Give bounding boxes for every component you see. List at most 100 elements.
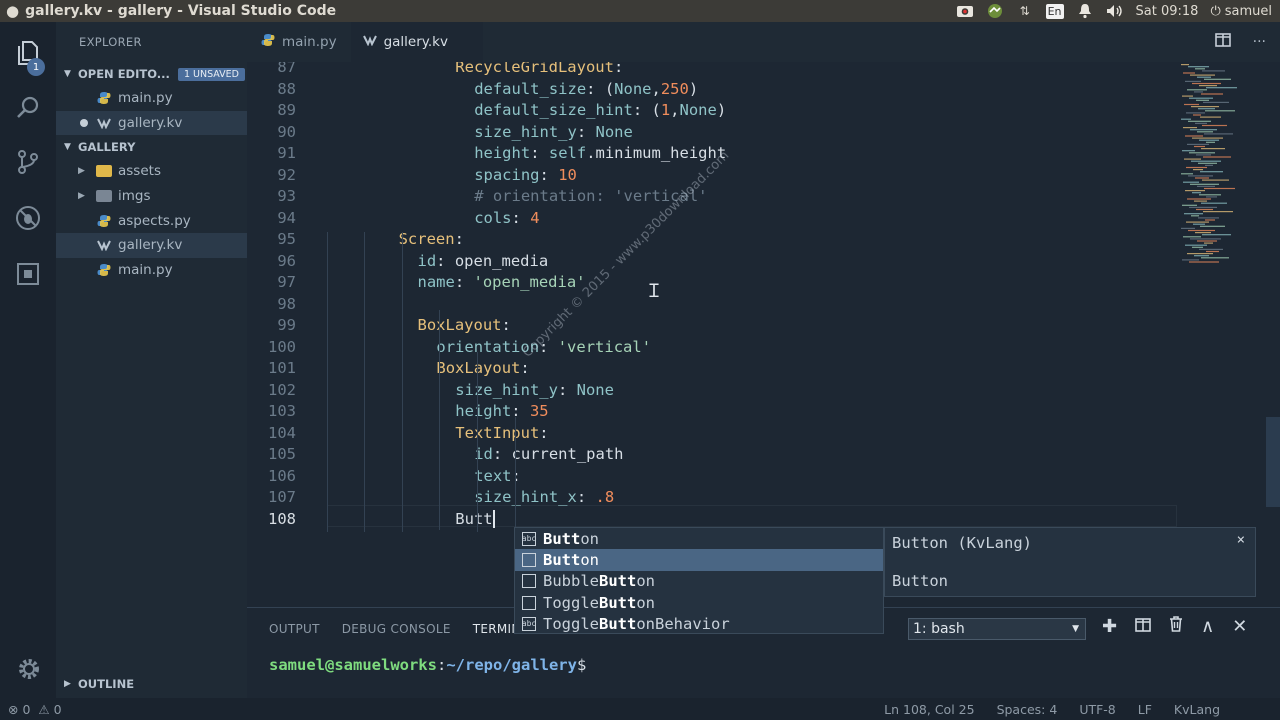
tab-main-py[interactable]: main.py [247, 22, 351, 62]
tab-output[interactable]: OUTPUT [247, 622, 331, 636]
folder-item-assets[interactable]: ▶ assets [56, 159, 247, 184]
line-number: 91 [277, 144, 296, 162]
python-file-icon [96, 213, 112, 229]
language-mode[interactable]: KvLang [1174, 702, 1220, 717]
minimap-line [1181, 227, 1195, 229]
minimap-line [1199, 194, 1221, 196]
file-name: main.py [118, 261, 173, 278]
minimap-line [1186, 221, 1209, 223]
minimap-line [1201, 202, 1227, 204]
file-item[interactable]: gallery.kv [56, 232, 247, 258]
tab-gallery-kv[interactable]: gallery.kv [350, 22, 483, 62]
minimap-line [1185, 80, 1201, 82]
open-editors-section[interactable]: ▼ OPEN EDITO... 1 UNSAVED [56, 62, 247, 86]
debug-icon [16, 206, 40, 230]
minimap[interactable] [1177, 62, 1277, 282]
debug-activity[interactable] [0, 194, 56, 242]
minimap-line [1194, 255, 1209, 257]
unsaved-badge: 1 UNSAVED [177, 67, 245, 81]
minimap-line [1202, 70, 1225, 72]
cursor-position[interactable]: Ln 108, Col 25 [884, 702, 974, 717]
python-file-icon [96, 90, 112, 106]
minimap-line [1196, 99, 1209, 101]
autocomplete-item[interactable]: abc Button [515, 528, 883, 549]
explorer-activity[interactable]: 1 [0, 28, 56, 76]
tab-label: gallery.kv [383, 34, 448, 50]
gallery-folder-section[interactable]: ▼ GALLERY [56, 135, 247, 159]
prompt-user: samuel@samuelworks [269, 656, 437, 674]
chevron-down-icon: ▼ [1072, 624, 1079, 634]
python-file-icon [96, 262, 112, 278]
indentation[interactable]: Spaces: 4 [997, 702, 1058, 717]
line-number: 100 [268, 337, 296, 356]
maximize-panel-icon[interactable]: ∧ [1201, 616, 1214, 637]
close-window-icon[interactable]: ● [6, 2, 19, 20]
end-of-line[interactable]: LF [1138, 702, 1152, 717]
folder-item-imgs[interactable]: ▶ imgs [56, 184, 247, 209]
indent-guide [515, 417, 516, 527]
folder-icon [96, 165, 112, 178]
code-line: height: self.minimum_height [474, 144, 727, 162]
autocomplete-item[interactable]: abc ToggleButtonBehavior [515, 613, 883, 634]
search-activity[interactable] [0, 84, 56, 132]
settings-gear-icon[interactable] [16, 656, 42, 682]
minimap-line [1191, 106, 1219, 108]
file-item[interactable]: aspects.py [56, 208, 247, 233]
split-terminal-icon[interactable] [1135, 616, 1151, 637]
minimap-line [1182, 150, 1195, 152]
minimap-line [1182, 95, 1193, 97]
line-number: 96 [277, 251, 296, 270]
errors-indicator[interactable]: ⊗ 0 [8, 702, 30, 717]
minimap-line [1205, 219, 1215, 221]
file-name: gallery.kv [118, 237, 183, 254]
encoding[interactable]: UTF-8 [1079, 702, 1115, 717]
minimap-line [1204, 133, 1233, 135]
minimap-line [1190, 238, 1221, 240]
close-detail-icon[interactable]: × [1237, 532, 1245, 548]
minimap-line [1189, 152, 1215, 154]
minimap-line [1204, 78, 1231, 80]
user-name[interactable]: samuel [1225, 4, 1272, 19]
minimap-line [1206, 250, 1219, 253]
kill-terminal-icon[interactable] [1169, 616, 1183, 637]
minimap-line [1183, 236, 1201, 238]
open-editor-item[interactable]: gallery.kv [56, 110, 247, 136]
autocomplete-item[interactable]: ToggleButton [515, 592, 883, 613]
terminal-prompt[interactable]: samuel@samuelworks:~/repo/gallery$ [269, 656, 586, 674]
chevron-down-icon: ▼ [64, 142, 71, 153]
extensions-activity[interactable] [0, 250, 56, 298]
record-icon[interactable] [956, 3, 974, 19]
autocomplete-item[interactable]: BubbleButton [515, 571, 883, 592]
code-line: RecycleGridLayout: [455, 62, 624, 76]
outline-section[interactable]: ▶ OUTLINE [56, 672, 247, 696]
app-indicator-icon[interactable] [986, 3, 1004, 19]
minimap-line [1202, 124, 1227, 127]
new-terminal-icon[interactable]: ✚ [1102, 616, 1117, 637]
more-actions-icon[interactable]: ··· [1253, 34, 1266, 50]
clock[interactable]: Sat 09:18 [1136, 4, 1199, 19]
file-item[interactable]: main.py [56, 258, 247, 283]
network-icon[interactable]: ⇅ [1016, 3, 1034, 19]
warnings-indicator[interactable]: ⚠ 0 [38, 702, 61, 717]
keyboard-language-indicator[interactable]: En [1045, 3, 1064, 19]
editor-scrollbar-thumb[interactable] [1266, 417, 1280, 507]
explorer-sidebar: EXPLORER ▼ OPEN EDITO... 1 UNSAVED main.… [56, 22, 247, 698]
autocomplete-item[interactable]: Button [515, 549, 883, 571]
minimap-line [1204, 242, 1213, 244]
open-editor-item[interactable]: main.py [56, 86, 247, 111]
editor-tabs: main.py gallery.kv ··· [247, 22, 1280, 62]
split-editor-icon[interactable] [1214, 33, 1231, 51]
minimap-line [1188, 66, 1209, 68]
notification-bell-icon[interactable] [1076, 3, 1094, 19]
autocomplete-list[interactable]: abc Button Button BubbleButton ToggleButton a… [514, 527, 884, 634]
line-number: 88 [277, 79, 296, 98]
tab-debug-console[interactable]: DEBUG CONSOLE [331, 622, 462, 636]
code-editor[interactable]: 87 88 89 90 91 92 93 94 95 96 97 98 99 100 101 102 103 10… [247, 62, 1280, 607]
source-control-activity[interactable] [0, 138, 56, 186]
autocomplete-label: Button [543, 550, 599, 569]
indent-guide [439, 310, 440, 530]
power-icon[interactable]: ⏻ [1210, 4, 1220, 19]
close-panel-icon[interactable]: ✕ [1232, 616, 1247, 637]
terminal-select[interactable]: 1: bash ▼ [908, 618, 1086, 640]
volume-icon[interactable] [1106, 3, 1124, 19]
